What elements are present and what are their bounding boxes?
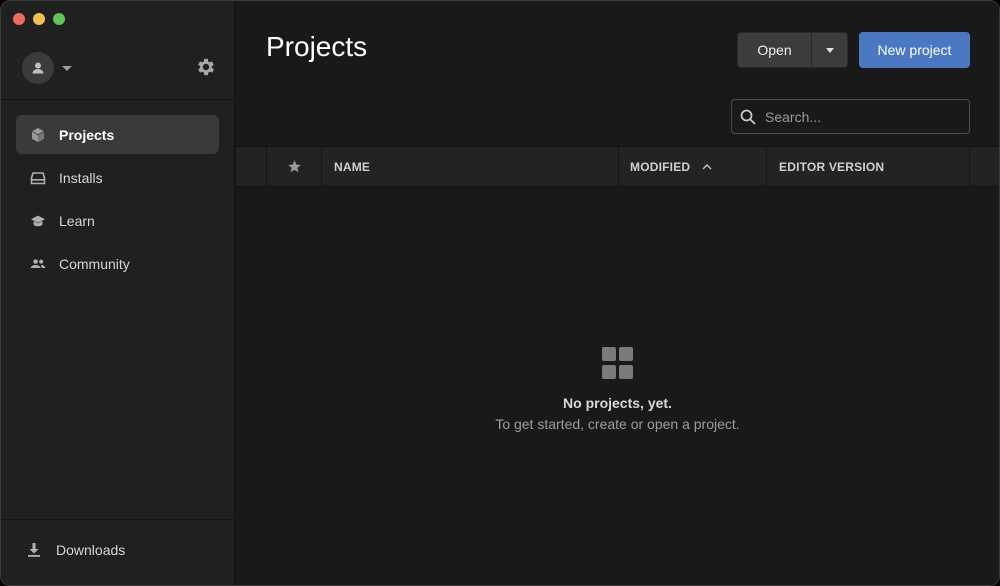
close-window-button[interactable] <box>13 13 25 25</box>
window-controls <box>13 13 65 25</box>
chevron-down-icon <box>825 47 834 53</box>
sidebar-divider <box>1 99 234 100</box>
column-name[interactable]: NAME <box>322 147 619 186</box>
sidebar-item-label: Installs <box>59 169 103 186</box>
graduation-cap-icon <box>30 213 46 229</box>
sidebar-item-label: Community <box>59 255 130 272</box>
column-editor-version-label: EDITOR VERSION <box>779 159 885 174</box>
search-icon <box>740 109 756 124</box>
star-icon <box>287 160 301 173</box>
empty-state-subtitle: To get started, create or open a project… <box>495 416 740 432</box>
installs-icon <box>30 170 46 186</box>
avatar <box>22 52 54 84</box>
download-icon <box>28 543 40 557</box>
cube-icon <box>30 127 46 143</box>
sidebar-item-learn[interactable]: Learn <box>16 201 219 240</box>
main-panel: Projects Open New project NAME <box>236 1 999 585</box>
maximize-window-button[interactable] <box>53 13 65 25</box>
sidebar-item-label: Projects <box>59 126 115 143</box>
projects-table-header: NAME MODIFIED EDITOR VERSION <box>236 146 999 187</box>
open-button-group: Open <box>737 32 848 68</box>
empty-state: No projects, yet. To get started, create… <box>236 347 999 432</box>
sidebar-item-community[interactable]: Community <box>16 244 219 283</box>
column-modified-label: MODIFIED <box>630 159 691 174</box>
downloads-button[interactable]: Downloads <box>26 542 125 558</box>
column-editor-version[interactable]: EDITOR VERSION <box>767 147 970 186</box>
search-box <box>731 99 970 134</box>
minimize-window-button[interactable] <box>33 13 45 25</box>
column-select <box>236 147 267 186</box>
sidebar-item-projects[interactable]: Projects <box>16 115 219 154</box>
people-icon <box>30 256 46 272</box>
sidebar: Projects Installs Learn Community Downlo… <box>1 1 235 585</box>
sidebar-item-installs[interactable]: Installs <box>16 158 219 197</box>
grid-icon <box>601 347 634 379</box>
open-button[interactable]: Open <box>738 33 812 67</box>
downloads-label: Downloads <box>56 542 126 558</box>
new-project-button[interactable]: New project <box>859 32 970 68</box>
gear-icon[interactable] <box>195 56 217 78</box>
sort-ascending-icon <box>702 163 712 170</box>
app-window: Projects Installs Learn Community Downlo… <box>0 0 1000 586</box>
sidebar-divider <box>1 519 234 520</box>
page-title: Projects <box>266 31 368 62</box>
chevron-down-icon <box>62 65 72 71</box>
column-favorite[interactable] <box>267 147 322 186</box>
open-dropdown-button[interactable] <box>812 33 847 67</box>
column-name-label: NAME <box>334 159 371 174</box>
search-input[interactable] <box>765 108 955 125</box>
empty-state-title: No projects, yet. <box>563 395 672 411</box>
sidebar-nav: Projects Installs Learn Community <box>16 115 219 287</box>
user-icon <box>32 62 44 74</box>
sidebar-item-label: Learn <box>59 212 95 229</box>
column-modified[interactable]: MODIFIED <box>619 147 767 186</box>
account-menu[interactable] <box>22 52 72 84</box>
